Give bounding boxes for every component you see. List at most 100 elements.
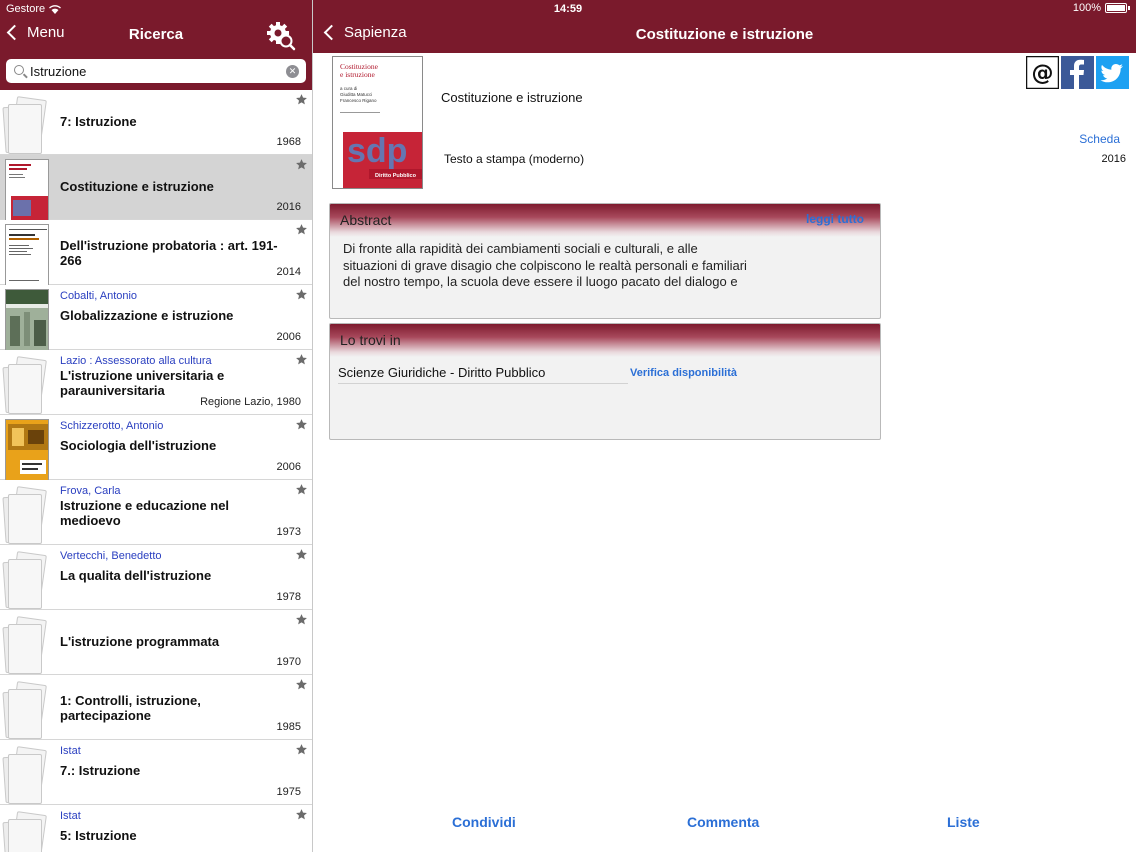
result-year: 1975: [276, 786, 301, 798]
result-thumbnail: [2, 614, 48, 674]
star-icon[interactable]: [295, 223, 308, 236]
result-year: 2006: [276, 331, 301, 343]
star-icon[interactable]: [295, 743, 308, 756]
email-icon[interactable]: @: [1026, 56, 1059, 89]
star-icon[interactable]: [295, 158, 308, 171]
twitter-icon[interactable]: [1096, 56, 1129, 89]
list-item[interactable]: Vertecchi, Benedetto La qualita dell'istr…: [0, 545, 312, 610]
battery: 100%: [1073, 2, 1130, 14]
result-title: L'istruzione universitaria e paraunivers…: [60, 368, 225, 398]
result-author: Istat: [60, 810, 81, 822]
star-icon[interactable]: [295, 93, 308, 106]
lists-button[interactable]: Liste: [947, 814, 980, 830]
star-icon[interactable]: [295, 353, 308, 366]
cover-editors-prefix: a cura di: [340, 86, 357, 91]
list-item[interactable]: Lazio : Assessorato alla cultura L'istruz…: [0, 350, 312, 415]
result-title: 7: Istruzione: [60, 114, 137, 129]
star-icon[interactable]: [295, 288, 308, 301]
star-icon[interactable]: [295, 418, 308, 431]
status-time: 14:59: [553, 3, 583, 15]
abstract-heading: Abstract: [340, 212, 392, 228]
result-title: L'istruzione programmata: [60, 634, 220, 649]
result-thumbnail: [2, 809, 48, 852]
star-icon[interactable]: [295, 678, 308, 691]
list-item[interactable]: Istat 5: Istruzione: [0, 805, 312, 852]
results-list[interactable]: 7: Istruzione 1968 Costituzione e istruzio…: [0, 90, 312, 852]
document-icon: [2, 811, 48, 852]
result-title: Dell'istruzione probatoria : art. 191-26…: [60, 238, 278, 268]
abstract-panel: Abstract leggi tutto Di fronte alla rapi…: [329, 203, 881, 319]
cover-editor-2: Francesco Rigano: [340, 98, 377, 103]
list-item[interactable]: Frova, Carla Istruzione e educazione nel …: [0, 480, 312, 545]
star-icon[interactable]: [295, 613, 308, 626]
facebook-icon[interactable]: [1061, 56, 1094, 89]
star-icon[interactable]: [295, 548, 308, 561]
result-thumbnail: [2, 289, 49, 351]
book-cover-art: Costituzione e istruzione a cura di Giud…: [333, 57, 422, 188]
result-author: Lazio : Assessorato alla cultura: [60, 355, 212, 367]
search-input[interactable]: [30, 62, 280, 80]
read-more-link[interactable]: leggi tutto: [806, 212, 864, 226]
check-availability-link[interactable]: Verifica disponibilità: [630, 367, 737, 379]
result-thumbnail: [2, 224, 49, 286]
svg-text:@: @: [1032, 61, 1054, 86]
list-item[interactable]: Dell'istruzione probatoria : art. 191-26…: [0, 220, 312, 286]
result-title: 5: Istruzione: [60, 828, 137, 843]
right-nav-bar: Sapienza Costituzione e istruzione: [313, 18, 1136, 53]
document-icon: [2, 616, 48, 676]
comment-button[interactable]: Commenta: [687, 814, 759, 830]
share-button[interactable]: Condividi: [452, 814, 516, 830]
clear-search-icon[interactable]: ✕: [286, 65, 299, 78]
left-nav-bar: Menu Ricerca: [0, 18, 312, 53]
result-year: 1985: [276, 721, 301, 733]
result-thumbnail: [2, 484, 48, 544]
abstract-line-2: situazioni di grave disagio che colpisco…: [343, 257, 747, 273]
result-year: 2014: [276, 266, 301, 278]
result-thumbnail: [2, 549, 48, 609]
battery-label: 100%: [1072, 2, 1101, 14]
cover-image: [5, 419, 49, 481]
locations-header: Lo trovi in: [330, 324, 880, 357]
list-item[interactable]: Schizzerotto, Antonio Sociologia dell'ist…: [0, 415, 312, 481]
list-item[interactable]: Cobalti, Antonio Globalizzazione e istruz…: [0, 285, 312, 351]
result-year: 1970: [276, 656, 301, 668]
result-thumbnail: [2, 354, 48, 414]
abstract-text: Di fronte alla rapidità dei cambiamenti …: [343, 241, 783, 291]
gear-search-icon[interactable]: [266, 21, 296, 51]
battery-tip: [1128, 6, 1130, 10]
list-item[interactable]: 1: Controlli, istruzione, partecipazione…: [0, 675, 312, 740]
result-year: 1968: [276, 136, 301, 148]
share-icons: @: [1026, 56, 1129, 89]
document-icon: [2, 96, 48, 156]
list-item[interactable]: 7: Istruzione 1968: [0, 90, 312, 155]
list-item[interactable]: Istat 7.: Istruzione 1975: [0, 740, 312, 805]
bottom-toolbar: Condividi Commenta Liste: [313, 808, 1136, 852]
star-icon[interactable]: [295, 483, 308, 496]
right-nav-title: Costituzione e istruzione: [635, 26, 814, 43]
detail-pane: Costituzione e istruzione a cura di Giud…: [313, 53, 1136, 852]
search-icon: [14, 65, 24, 75]
document-icon: [2, 486, 48, 546]
result-thumbnail: [2, 679, 48, 739]
result-title: La qualita dell'istruzione: [60, 568, 212, 583]
result-author: Istat: [60, 745, 81, 757]
result-title: Istruzione e educazione nel medioevo: [60, 498, 230, 528]
result-author: Schizzerotto, Antonio: [60, 420, 164, 432]
scheda-link[interactable]: Scheda: [1079, 132, 1120, 146]
document-icon: [2, 746, 48, 806]
abstract-line-3: del nostro tempo, la scuola deve essere …: [343, 274, 738, 289]
cover-image: [5, 289, 49, 351]
abstract-header: Abstract leggi tutto: [330, 204, 880, 237]
search-bar: ✕: [0, 53, 312, 90]
list-item[interactable]: L'istruzione programmata 1970: [0, 610, 312, 675]
result-thumbnail: [2, 419, 49, 481]
battery-icon: [1105, 3, 1127, 13]
star-icon[interactable]: [295, 808, 308, 821]
cover-band-text: Diritto Pubblico: [375, 173, 417, 179]
result-title: 7.: Istruzione: [60, 763, 141, 778]
list-item[interactable]: Costituzione e istruzione 2016: [0, 155, 312, 221]
status-bar: Gestore 14:59 100%: [0, 0, 1136, 18]
result-author: Frova, Carla: [60, 485, 121, 497]
result-author: Vertecchi, Benedetto: [60, 550, 162, 562]
top-bar: Gestore 14:59 100% Menu Ricerca Sapienza…: [0, 0, 1136, 53]
